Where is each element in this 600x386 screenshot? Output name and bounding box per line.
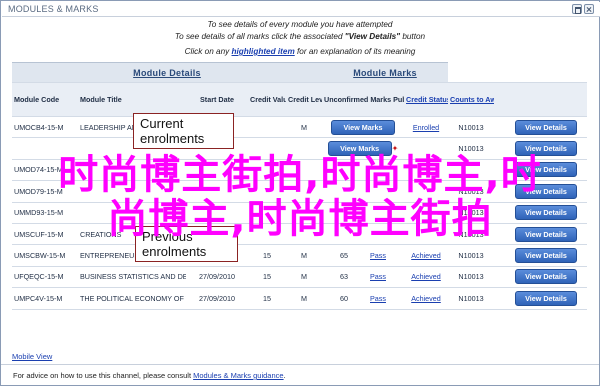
module-title-cell: THE POLITICAL ECONOMY OF WORK (FOREIGN) <box>78 287 186 310</box>
footer-advice: For advice on how to use this channel, p… <box>13 371 286 380</box>
footer-advice-pre: For advice on how to use this channel, p… <box>13 371 194 380</box>
window-controls <box>572 4 594 14</box>
window-title: MODULES & MARKS <box>8 4 99 14</box>
details-cell: View Details <box>505 116 588 139</box>
credit-value-cell: 15 <box>248 244 286 267</box>
view-details-button[interactable]: View Details <box>515 290 577 306</box>
credit-status-cell[interactable]: Achieved <box>404 287 448 310</box>
credit-level-cell: M <box>286 266 322 289</box>
group-gap <box>448 62 588 83</box>
highlighted-item-link[interactable]: highlighted item <box>232 47 295 56</box>
col-module-title: Module Title <box>78 82 186 117</box>
footer-advice-post: . <box>283 371 286 380</box>
credit-level-cell: M <box>286 116 322 139</box>
col-spacer <box>494 82 505 117</box>
col-credit-level: Credit Level <box>286 82 322 117</box>
intro-line-3-pre: Click on any <box>184 47 232 56</box>
module-code-cell: UMPC4V-15-M <box>12 287 78 310</box>
spacer-cell <box>494 116 505 139</box>
mark-value: 60 <box>340 293 348 303</box>
close-icon[interactable] <box>584 4 594 14</box>
intro-line-2-pre: To see details of all marks click the as… <box>174 32 345 41</box>
table-row: UFQEQC-15-MBUSINESS STATISTICS AND DECIS… <box>12 266 588 289</box>
mark-value: 63 <box>340 272 348 282</box>
group-marks-label[interactable]: Module Marks <box>324 68 446 78</box>
details-cell: View Details <box>505 266 588 289</box>
footer-bar: For advice on how to use this channel, p… <box>1 364 599 385</box>
group-details-label[interactable]: Module Details <box>14 68 320 78</box>
group-header-row: Module Details Module Marks <box>12 62 588 83</box>
guidance-link[interactable]: Modules & Marks guidance <box>193 371 283 380</box>
group-module-details: Module Details <box>12 62 322 83</box>
table-row: UMSCBW-15-MENTREPRENEURSHIP AND NEW BUSI… <box>12 244 588 267</box>
credit-level-cell: M <box>286 244 322 267</box>
pass-link[interactable]: Pass <box>370 294 386 303</box>
pass-link[interactable]: Pass <box>370 251 386 260</box>
credit-status-cell[interactable]: Achieved <box>404 244 448 267</box>
col-module-code: Module Code <box>12 82 78 117</box>
col-actions <box>505 82 588 117</box>
watermark-line-1: 时尚博主街拍,时尚博主,时 <box>58 152 542 198</box>
view-details-button[interactable]: View Details <box>515 269 577 285</box>
intro-line-3: Click on any highlighted item for an exp… <box>0 47 600 56</box>
unconfirmed-marks-cell: 63 Pass <box>322 266 404 289</box>
counts-to-award-cell: N10013 <box>448 116 494 139</box>
col-credit-status[interactable]: Credit Status <box>404 82 448 117</box>
table-row: UMOCB4-15-M LEADERSHIP AN M View Marks Enrol… <box>12 116 588 139</box>
col-credit-value: Credit Value <box>248 82 286 117</box>
callout-current-enrolments: Current enrolments <box>133 113 234 149</box>
counts-to-award-cell: N10013 <box>448 266 494 289</box>
watermark-line-2: 尚博主,时尚博主街拍 <box>107 196 493 242</box>
counts-to-award-cell: N10013 <box>448 287 494 310</box>
view-details-button[interactable]: View Details <box>515 119 577 135</box>
pass-link[interactable]: Pass <box>370 272 386 281</box>
credit-value-cell <box>248 116 286 139</box>
counts-to-award-cell: N10013 <box>448 244 494 267</box>
unconfirmed-marks-cell: 60 Pass <box>322 287 404 310</box>
unconfirmed-marks-cell: View Marks <box>322 116 404 139</box>
group-module-marks: Module Marks <box>322 62 448 83</box>
details-cell: View Details <box>505 287 588 310</box>
col-unconfirmed-marks: Unconfirmed Marks Published <box>322 82 404 117</box>
intro-line-1: To see details of every module you have … <box>207 20 393 29</box>
mark-value: 65 <box>340 251 348 261</box>
spacer-cell <box>494 287 505 310</box>
intro-line-2: To see details of all marks click the as… <box>0 32 600 41</box>
intro-line-3-post: for an explanation of its meaning <box>294 47 416 56</box>
module-code-cell: UMOCB4-15-M <box>12 116 78 139</box>
credit-value-cell: 15 <box>248 266 286 289</box>
maximize-icon[interactable] <box>572 4 582 14</box>
credit-status-cell[interactable]: Achieved <box>404 266 448 289</box>
details-cell: View Details <box>505 244 588 267</box>
start-date-cell: 27/09/2010 <box>186 266 248 289</box>
credit-value-cell: 15 <box>248 287 286 310</box>
module-code-cell: UMSCBW-15-M <box>12 244 78 267</box>
credit-level-cell: M <box>286 287 322 310</box>
mobile-view-link[interactable]: Mobile View <box>12 352 52 361</box>
intro-line-2-bold: "View Details" <box>344 32 401 41</box>
spacer-cell <box>494 244 505 267</box>
table-row: UMPC4V-15-MTHE POLITICAL ECONOMY OF WORK… <box>12 287 588 310</box>
col-counts-to-award[interactable]: Counts to Award <box>448 82 494 117</box>
view-details-button[interactable]: View Details <box>515 248 577 264</box>
intro-line-2-post: button <box>400 32 426 41</box>
column-header-row: Module Code Module Title Start Date Cred… <box>12 82 588 117</box>
title-bar: MODULES & MARKS <box>2 2 600 17</box>
module-code-cell: UFQEQC-15-M <box>12 266 78 289</box>
spacer-cell <box>494 266 505 289</box>
unconfirmed-marks-cell: 65 Pass <box>322 244 404 267</box>
view-marks-button[interactable]: View Marks <box>331 119 395 135</box>
start-date-cell: 27/09/2010 <box>186 287 248 310</box>
credit-status-cell[interactable]: Enrolled <box>404 116 448 139</box>
col-start-date: Start Date <box>186 82 248 117</box>
module-title-cell: BUSINESS STATISTICS AND DECISION MAKING <box>78 266 186 289</box>
